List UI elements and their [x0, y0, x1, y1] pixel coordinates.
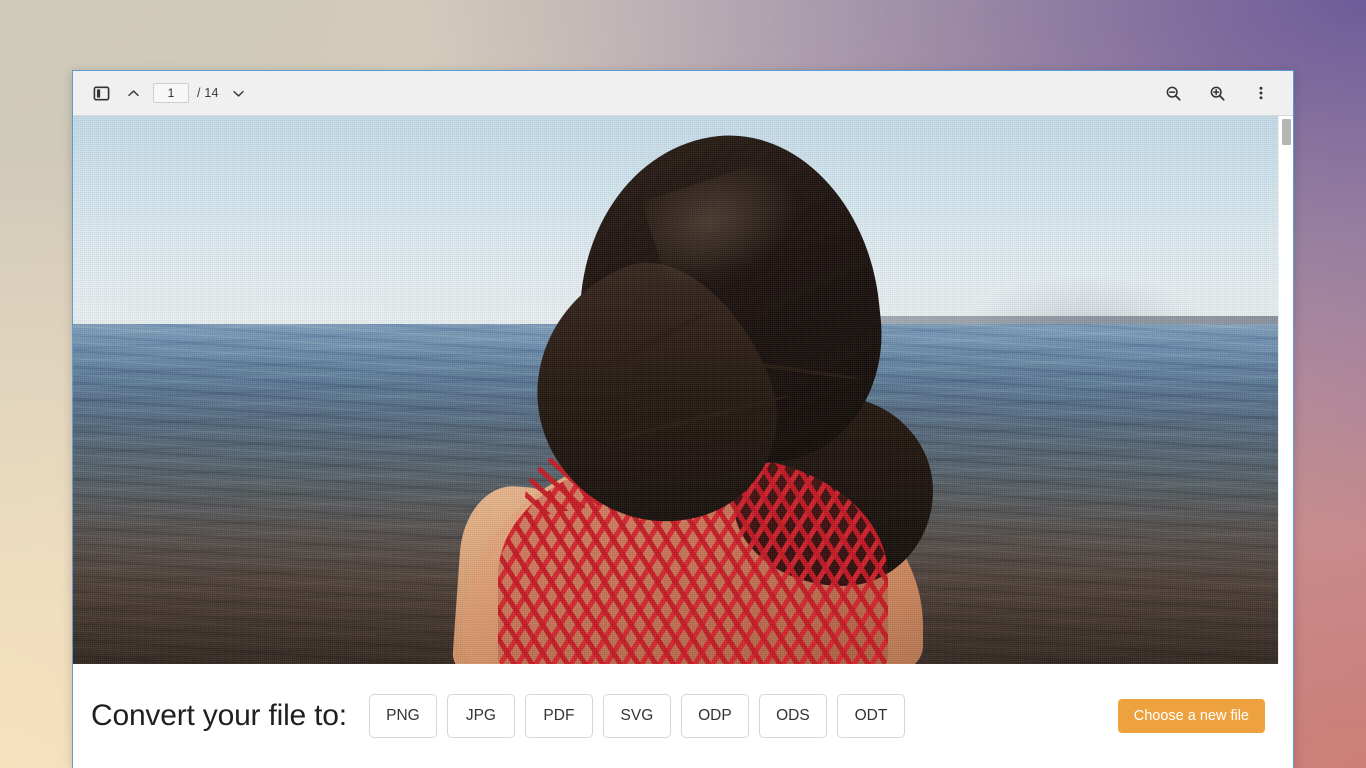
format-button-ods[interactable]: ODS	[758, 694, 827, 738]
format-button-jpg[interactable]: JPG	[446, 694, 515, 738]
format-button-odp[interactable]: ODP	[680, 694, 749, 738]
format-button-pdf[interactable]: PDF	[524, 694, 593, 738]
pdf-viewer-window: / 14	[72, 70, 1294, 768]
desktop-background: / 14	[0, 0, 1366, 768]
toolbar-left-group: / 14	[87, 79, 253, 107]
convert-label: Convert your file to:	[91, 699, 347, 732]
format-button-png[interactable]: PNG	[368, 694, 437, 738]
format-button-list: PNG JPG PDF SVG ODP ODS ODT	[368, 694, 905, 738]
zoom-out-icon[interactable]	[1159, 79, 1187, 107]
photo-subject-woman	[403, 116, 963, 664]
document-page-photo	[73, 116, 1279, 664]
format-button-svg[interactable]: SVG	[602, 694, 671, 738]
viewer-scrollbar-thumb[interactable]	[1282, 119, 1291, 145]
zoom-in-icon[interactable]	[1203, 79, 1231, 107]
next-page-chevron-down-icon[interactable]	[225, 79, 253, 107]
toolbar-right-group	[1159, 79, 1275, 107]
sidebar-toggle-icon[interactable]	[87, 79, 115, 107]
previous-page-chevron-up-icon[interactable]	[119, 79, 147, 107]
viewer-scrollbar[interactable]	[1278, 116, 1293, 664]
more-options-kebab-icon[interactable]	[1247, 79, 1275, 107]
format-button-odt[interactable]: ODT	[836, 694, 905, 738]
document-viewer[interactable]	[73, 116, 1293, 664]
convert-bar: Convert your file to: PNG JPG PDF SVG OD…	[73, 664, 1293, 768]
page-total-label: / 14	[197, 86, 219, 100]
pdf-toolbar: / 14	[73, 71, 1293, 116]
page-number-input[interactable]	[153, 83, 189, 103]
choose-new-file-button[interactable]: Choose a new file	[1117, 699, 1265, 733]
